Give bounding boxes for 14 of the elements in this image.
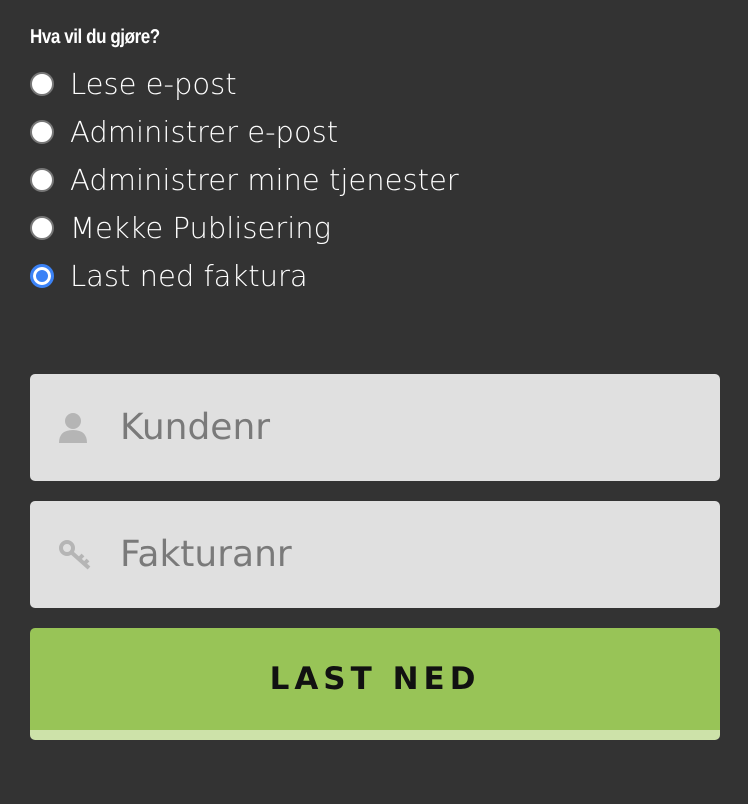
- radio-button[interactable]: [30, 168, 54, 192]
- option-label[interactable]: Administrer mine tjenester: [70, 166, 459, 194]
- option-label[interactable]: Administrer e-post: [70, 118, 338, 146]
- input-field[interactable]: Kundenr: [30, 374, 720, 481]
- input-field[interactable]: Fakturanr: [30, 501, 720, 608]
- question-heading: Hva vil du gjøre?: [30, 25, 160, 50]
- radio-button[interactable]: [30, 120, 54, 144]
- radio-button[interactable]: [30, 264, 54, 288]
- radio-button[interactable]: [30, 72, 54, 96]
- option-label[interactable]: Mekke Publisering: [70, 214, 332, 242]
- download-button[interactable]: LAST NED: [30, 628, 720, 740]
- option-label[interactable]: Last ned faktura: [70, 262, 308, 290]
- radio-button[interactable]: [30, 216, 54, 240]
- option-label[interactable]: Lese e-post: [70, 70, 237, 98]
